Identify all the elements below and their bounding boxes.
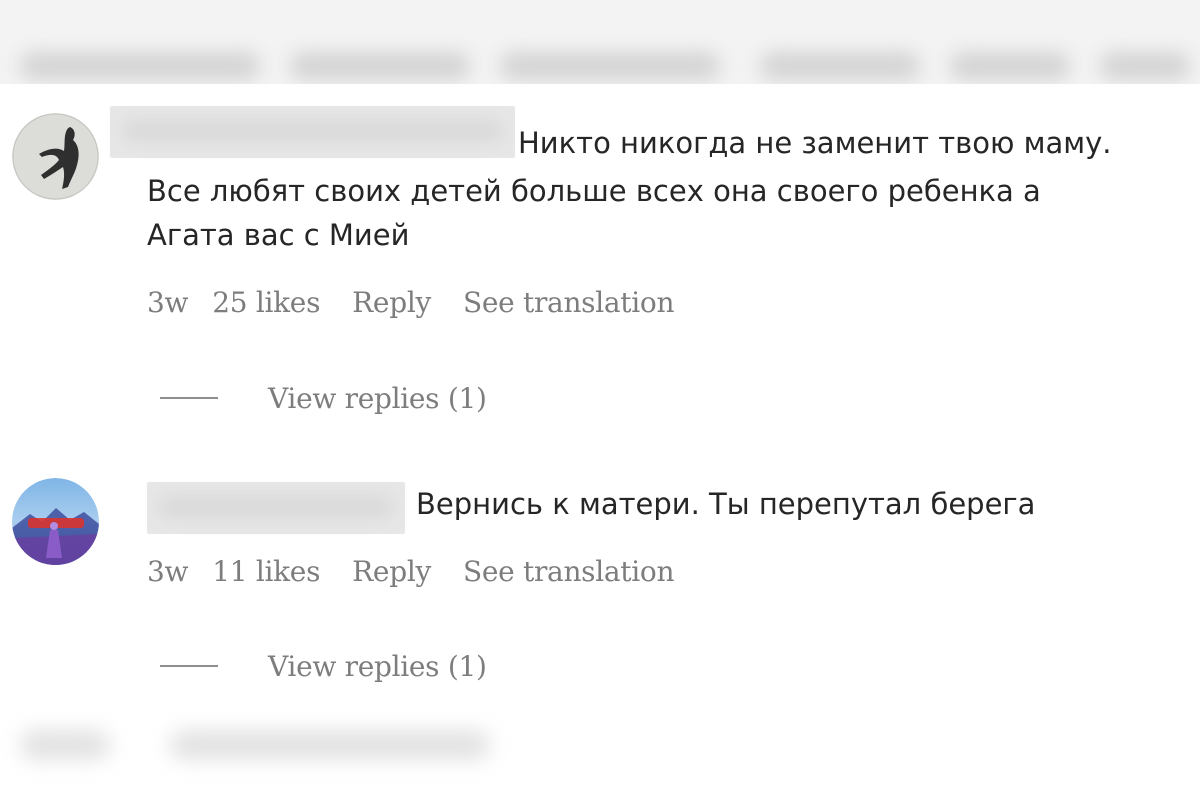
avatar[interactable] <box>12 113 99 200</box>
comment-text-line-3: Агата вас с Мией <box>147 218 410 252</box>
avatar-landscape-icon <box>12 478 99 565</box>
username-redacted[interactable] <box>147 482 405 534</box>
reply-button[interactable]: Reply <box>352 286 431 319</box>
comment-meta: 3w 25 likes Reply See translation <box>147 282 706 322</box>
avatar[interactable] <box>12 478 99 565</box>
comment-text-line-1: Никто никогда не заменит твою маму. <box>518 126 1112 160</box>
see-translation-button[interactable]: See translation <box>463 555 675 588</box>
blurred-next-comment <box>0 712 1200 798</box>
view-replies-button[interactable]: View replies (1) <box>160 378 487 418</box>
comment-text-line-2: Все любят своих детей больше всех она св… <box>147 174 1041 208</box>
avatar-silhouette-icon <box>12 113 99 200</box>
comment-text-line-1: Вернись к матери. Ты перепутал берега <box>416 487 1036 521</box>
view-replies-label: View replies (1) <box>268 381 487 415</box>
reply-button[interactable]: Reply <box>352 555 431 588</box>
likes-count[interactable]: 25 likes <box>212 286 320 319</box>
view-replies-label: View replies (1) <box>268 649 487 683</box>
likes-count[interactable]: 11 likes <box>212 555 320 588</box>
see-translation-button[interactable]: See translation <box>463 286 675 319</box>
username-redacted[interactable] <box>110 106 515 158</box>
replies-divider-line <box>160 397 218 399</box>
replies-divider-line <box>160 665 218 667</box>
comment-time: 3w <box>147 554 189 588</box>
view-replies-button[interactable]: View replies (1) <box>160 646 487 686</box>
blurred-previous-comment <box>0 0 1200 84</box>
comment-meta: 3w 11 likes Reply See translation <box>147 551 706 591</box>
comment-time: 3w <box>147 285 189 319</box>
